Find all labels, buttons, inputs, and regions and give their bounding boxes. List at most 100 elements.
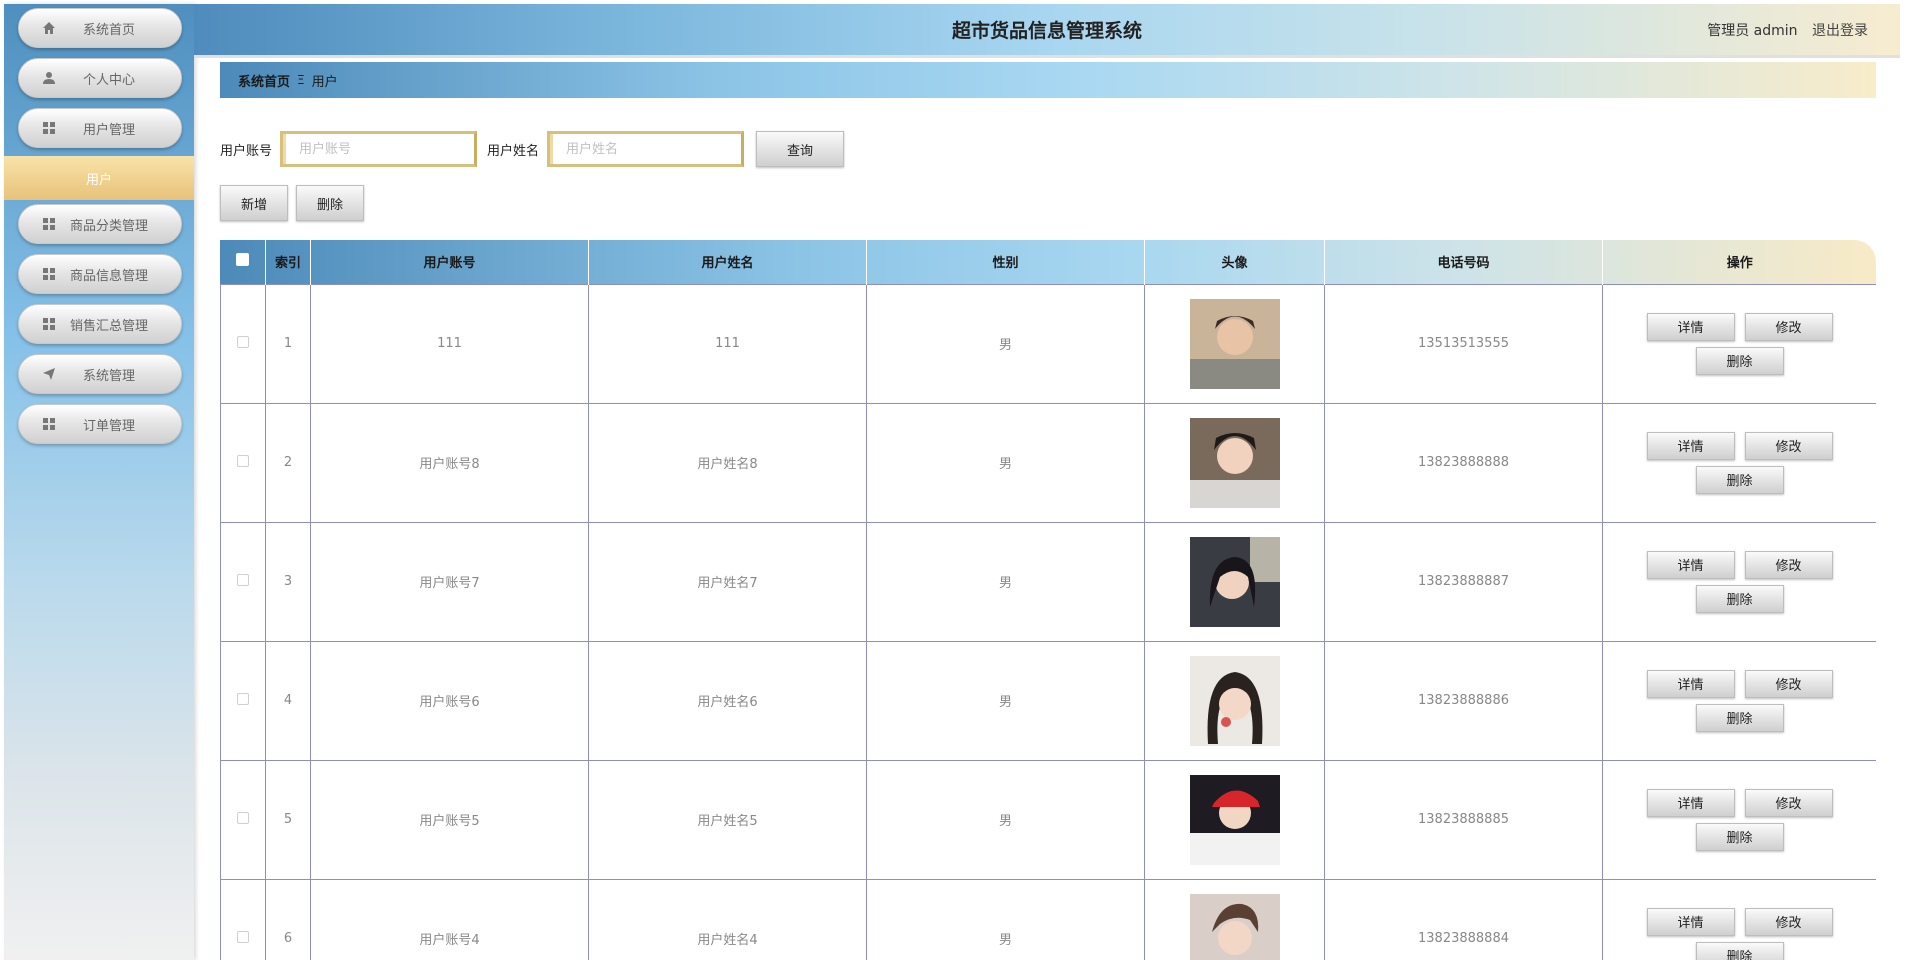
delete-button[interactable]: 删除 — [1695, 346, 1784, 375]
row-actions: 详情 修改 删除 — [1635, 550, 1845, 613]
edit-button[interactable]: 修改 — [1744, 907, 1833, 936]
sidebar-item-label: 系统首页 — [82, 22, 135, 38]
sidebar-item-product-management[interactable]: 商品信息管理 — [18, 254, 182, 294]
select-all-cell — [220, 240, 266, 284]
sidebar-item-label: 销售汇总管理 — [69, 318, 148, 334]
avatar — [1189, 655, 1280, 746]
edit-button[interactable]: 修改 — [1744, 788, 1833, 817]
app-root: 系统首页 个人中心 用户管理 用户 商品分类管理 商品信息管理 销售汇总管理 系… — [0, 0, 1918, 960]
cell-phone: 13513513555 — [1324, 283, 1603, 404]
query-button[interactable]: 查询 — [756, 131, 845, 167]
row-checkbox-cell — [220, 402, 266, 523]
user-label: 管理员 admin — [1707, 23, 1798, 39]
sidebar-item-order-management[interactable]: 订单管理 — [18, 404, 182, 444]
sidebar-item-home[interactable]: 系统首页 — [18, 8, 182, 48]
column-header-phone: 电话号码 — [1324, 240, 1603, 284]
cell-actions: 详情 修改 删除 — [1602, 283, 1876, 404]
cell-index: 4 — [265, 640, 311, 761]
cell-actions: 详情 修改 删除 — [1602, 640, 1876, 761]
row-checkbox-cell — [220, 521, 266, 642]
row-actions: 详情 修改 删除 — [1635, 907, 1845, 960]
edit-button[interactable]: 修改 — [1744, 550, 1833, 579]
column-header-index: 索引 — [265, 240, 311, 284]
cell-gender: 男 — [866, 878, 1145, 960]
delete-button[interactable]: 删除 — [1695, 584, 1784, 613]
cell-account: 用户账号8 — [310, 402, 589, 523]
row-checkbox[interactable] — [237, 811, 249, 824]
cell-gender: 男 — [866, 402, 1145, 523]
name-search-input[interactable] — [547, 131, 745, 167]
sidebar-subitem-user[interactable]: 用户 — [4, 156, 194, 200]
row-checkbox[interactable] — [237, 454, 249, 467]
send-icon — [41, 366, 57, 382]
detail-button[interactable]: 详情 — [1646, 431, 1735, 460]
cell-index: 5 — [265, 759, 311, 880]
row-checkbox-cell — [220, 283, 266, 404]
cell-avatar — [1144, 521, 1325, 642]
cell-phone: 13823888888 — [1324, 402, 1603, 523]
column-header-gender: 性别 — [866, 240, 1145, 284]
row-actions: 详情 修改 删除 — [1635, 431, 1845, 494]
breadcrumb-home[interactable]: 系统首页 — [238, 71, 290, 90]
delete-button[interactable]: 删除 — [1695, 941, 1784, 960]
cell-name: 用户姓名5 — [588, 759, 867, 880]
user-table: 索引 用户账号 用户姓名 性别 头像 电话号码 操作 1 111 111 男 1… — [220, 240, 1876, 960]
avatar — [1189, 298, 1280, 389]
sidebar-item-sales-summary[interactable]: 销售汇总管理 — [18, 304, 182, 344]
row-checkbox-cell — [220, 759, 266, 880]
cell-phone: 13823888887 — [1324, 521, 1603, 642]
cell-index: 3 — [265, 521, 311, 642]
detail-button[interactable]: 详情 — [1646, 550, 1735, 579]
add-button[interactable]: 新增 — [220, 185, 288, 221]
cell-gender: 男 — [866, 283, 1145, 404]
logout-link[interactable]: 退出登录 — [1812, 23, 1868, 39]
cell-name: 用户姓名8 — [588, 402, 867, 523]
cell-actions: 详情 修改 删除 — [1602, 402, 1876, 523]
table-header-row: 索引 用户账号 用户姓名 性别 头像 电话号码 操作 — [220, 240, 1877, 284]
detail-button[interactable]: 详情 — [1646, 312, 1735, 341]
detail-button[interactable]: 详情 — [1646, 907, 1735, 936]
user-area: 管理员 admin 退出登录 — [1707, 4, 1868, 58]
edit-button[interactable]: 修改 — [1744, 312, 1833, 341]
table-row: 3 用户账号7 用户姓名7 男 13823888887 详情 修改 删除 — [220, 521, 1876, 642]
delete-selected-button[interactable]: 删除 — [296, 185, 364, 221]
cell-avatar — [1144, 402, 1325, 523]
delete-button[interactable]: 删除 — [1695, 703, 1784, 732]
home-icon — [41, 20, 57, 36]
cell-avatar — [1144, 759, 1325, 880]
sidebar: 系统首页 个人中心 用户管理 用户 商品分类管理 商品信息管理 销售汇总管理 系… — [4, 4, 194, 960]
select-all-checkbox[interactable] — [236, 253, 250, 267]
sidebar-item-system-management[interactable]: 系统管理 — [18, 354, 182, 394]
edit-button[interactable]: 修改 — [1744, 669, 1833, 698]
column-header-avatar: 头像 — [1144, 240, 1325, 284]
row-checkbox[interactable] — [237, 573, 249, 586]
avatar — [1189, 536, 1280, 627]
cell-avatar — [1144, 878, 1325, 960]
cell-account: 用户账号5 — [310, 759, 589, 880]
cell-index: 2 — [265, 402, 311, 523]
row-checkbox[interactable] — [237, 692, 249, 705]
cell-gender: 男 — [866, 759, 1145, 880]
row-checkbox-cell — [220, 640, 266, 761]
search-form: 用户账号 用户姓名 查询 — [220, 131, 845, 167]
column-header-actions: 操作 — [1726, 256, 1753, 272]
avatar — [1189, 893, 1280, 960]
action-bar: 新增 删除 — [220, 185, 364, 221]
user-icon — [41, 70, 57, 86]
table-row: 6 用户账号4 用户姓名4 男 13823888884 详情 修改 删除 — [220, 878, 1876, 960]
cell-account: 用户账号7 — [310, 521, 589, 642]
row-actions: 详情 修改 删除 — [1635, 312, 1845, 375]
detail-button[interactable]: 详情 — [1646, 669, 1735, 698]
edit-button[interactable]: 修改 — [1744, 431, 1833, 460]
sidebar-item-profile[interactable]: 个人中心 — [18, 58, 182, 98]
account-search-input[interactable] — [280, 131, 478, 167]
sidebar-item-label: 用户管理 — [82, 122, 135, 138]
detail-button[interactable]: 详情 — [1646, 788, 1735, 817]
sidebar-item-user-management[interactable]: 用户管理 — [18, 108, 182, 148]
delete-button[interactable]: 删除 — [1695, 465, 1784, 494]
row-checkbox[interactable] — [237, 335, 249, 348]
sidebar-item-category-management[interactable]: 商品分类管理 — [18, 204, 182, 244]
cell-avatar — [1144, 283, 1325, 404]
delete-button[interactable]: 删除 — [1695, 822, 1784, 851]
row-checkbox[interactable] — [237, 930, 249, 943]
